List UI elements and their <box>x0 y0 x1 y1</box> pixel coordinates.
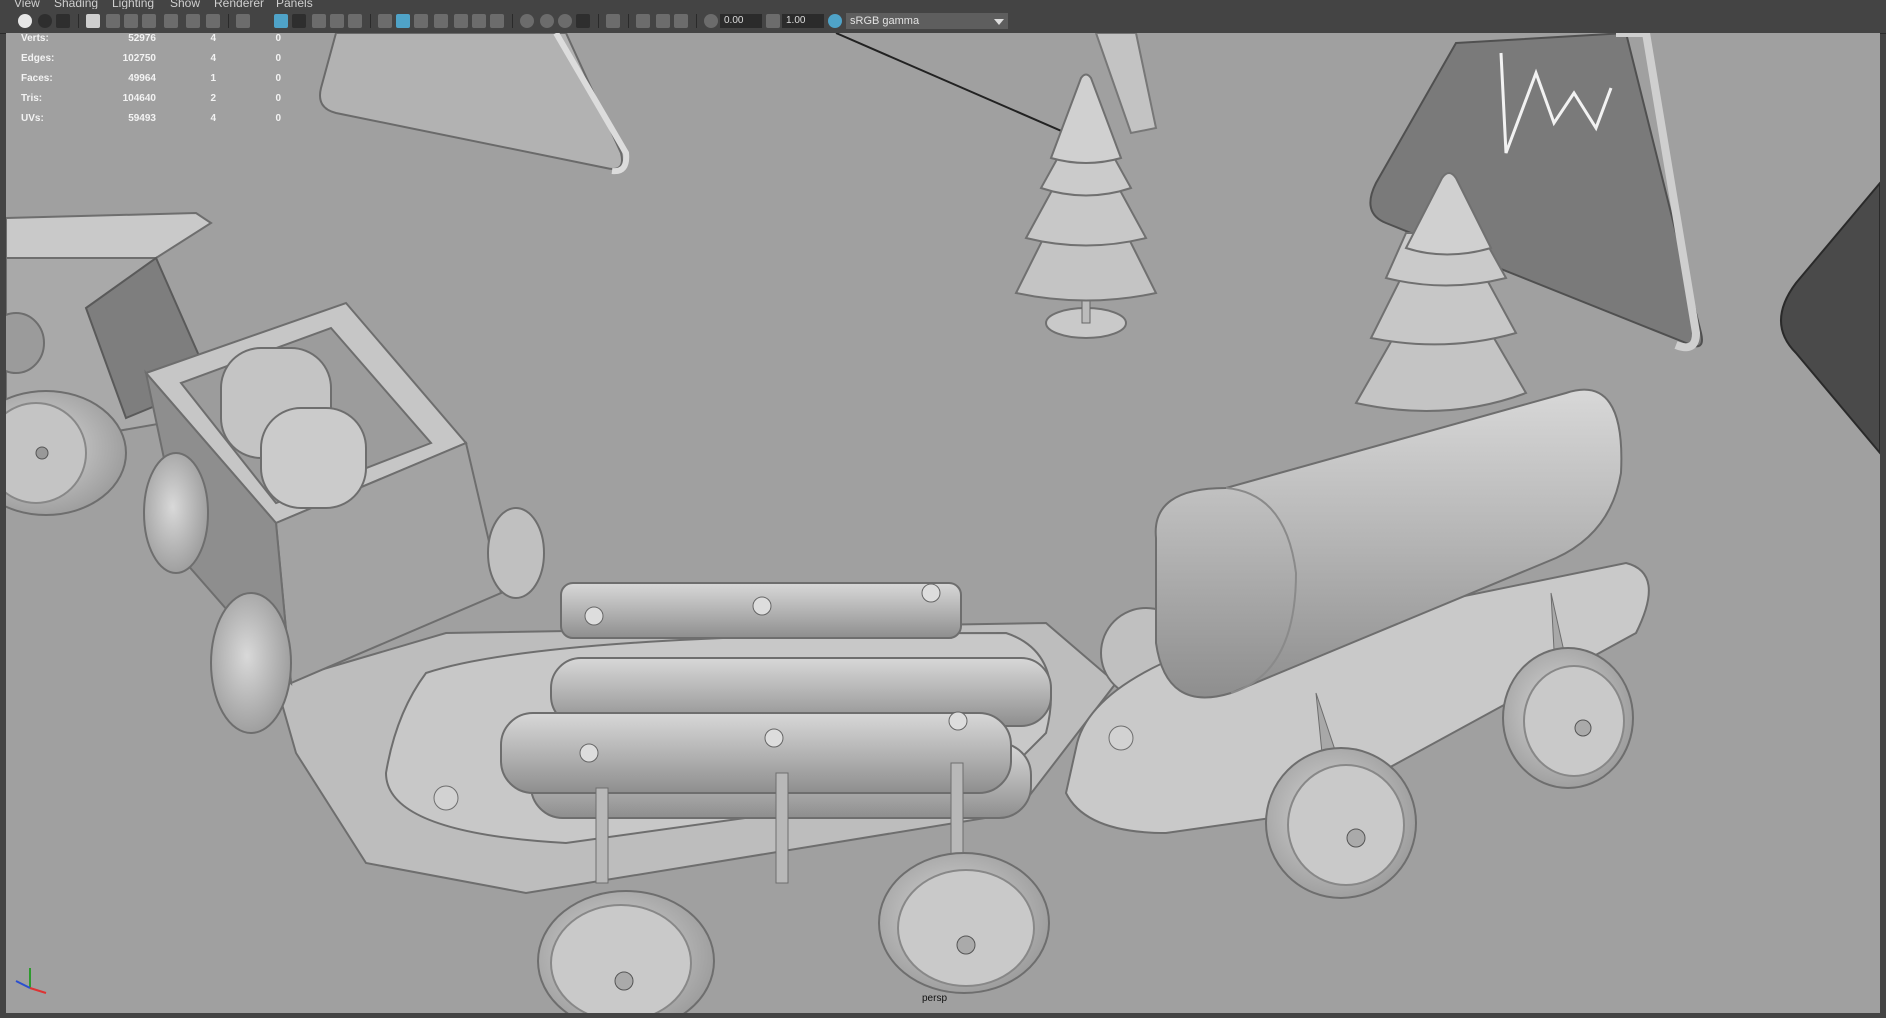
anti-aliasing-icon[interactable] <box>558 14 572 28</box>
xray-active-icon[interactable] <box>656 14 670 28</box>
grid-icon[interactable] <box>164 14 178 28</box>
gate-mask-icon[interactable] <box>236 14 250 28</box>
tanker-wagon <box>1064 388 1650 899</box>
camera-attributes-icon[interactable] <box>56 14 70 28</box>
bookmark-camera-icon[interactable] <box>86 14 100 28</box>
exposure-field[interactable]: 0.00 <box>720 14 762 28</box>
isolate-select-icon[interactable] <box>606 14 620 28</box>
menu-shading[interactable]: Shading <box>54 0 98 9</box>
menu-lighting[interactable]: Lighting <box>112 0 154 9</box>
wireframe-icon[interactable] <box>330 14 344 28</box>
camera-name-label: persp <box>922 993 948 1004</box>
xray-joints-icon[interactable] <box>636 14 650 28</box>
film-gate-icon[interactable] <box>186 14 200 28</box>
color-management-icon[interactable] <box>828 14 842 28</box>
wireframe-on-shaded-icon[interactable] <box>414 14 428 28</box>
ambient-occlusion-icon[interactable] <box>520 14 534 28</box>
gamma-icon[interactable] <box>766 14 780 28</box>
axis-gizmo <box>15 968 47 994</box>
xray-icon[interactable] <box>434 14 448 28</box>
resolution-gate-icon[interactable] <box>206 14 220 28</box>
backface-culling-icon[interactable] <box>674 14 688 28</box>
safe-action-icon[interactable] <box>292 14 306 28</box>
shadows-icon[interactable] <box>490 14 504 28</box>
image-plane-icon[interactable] <box>106 14 120 28</box>
gamma-field[interactable]: 1.00 <box>782 14 824 28</box>
lights-icon[interactable] <box>472 14 486 28</box>
menu-view[interactable]: View <box>14 0 40 9</box>
select-camera-icon[interactable] <box>18 14 32 28</box>
panel-toolbar: 0.00 1.00 sRGB gamma <box>0 9 1886 34</box>
chevron-down-icon[interactable] <box>994 19 1004 25</box>
viewport-3d[interactable]: Verts: 52976 4 0 Edges: 102750 4 0 Faces… <box>6 33 1880 1013</box>
motion-blur-icon[interactable] <box>540 14 554 28</box>
view-transform-select[interactable]: sRGB gamma <box>846 13 1008 29</box>
textures-icon[interactable] <box>454 14 468 28</box>
menu-show[interactable]: Show <box>170 0 200 9</box>
safe-title-icon[interactable] <box>312 14 326 28</box>
sync-icon[interactable] <box>348 14 362 28</box>
wireframe-shading-icon[interactable] <box>378 14 392 28</box>
lock-camera-icon[interactable] <box>38 14 52 28</box>
sign-board-left <box>319 33 630 175</box>
menu-renderer[interactable]: Renderer <box>214 0 264 9</box>
grease-pencil-icon[interactable] <box>142 14 156 28</box>
panel-menubar: View Shading Lighting Show Renderer Pane… <box>0 0 1886 9</box>
2d-pan-zoom-icon[interactable] <box>124 14 138 28</box>
scene <box>6 33 1880 1013</box>
menu-panels[interactable]: Panels <box>276 0 313 9</box>
status-bar <box>0 1013 1886 1018</box>
smooth-shade-icon[interactable] <box>396 14 410 28</box>
depth-of-field-icon[interactable] <box>576 14 590 28</box>
exposure-icon[interactable] <box>704 14 718 28</box>
field-chart-icon[interactable] <box>274 14 288 28</box>
